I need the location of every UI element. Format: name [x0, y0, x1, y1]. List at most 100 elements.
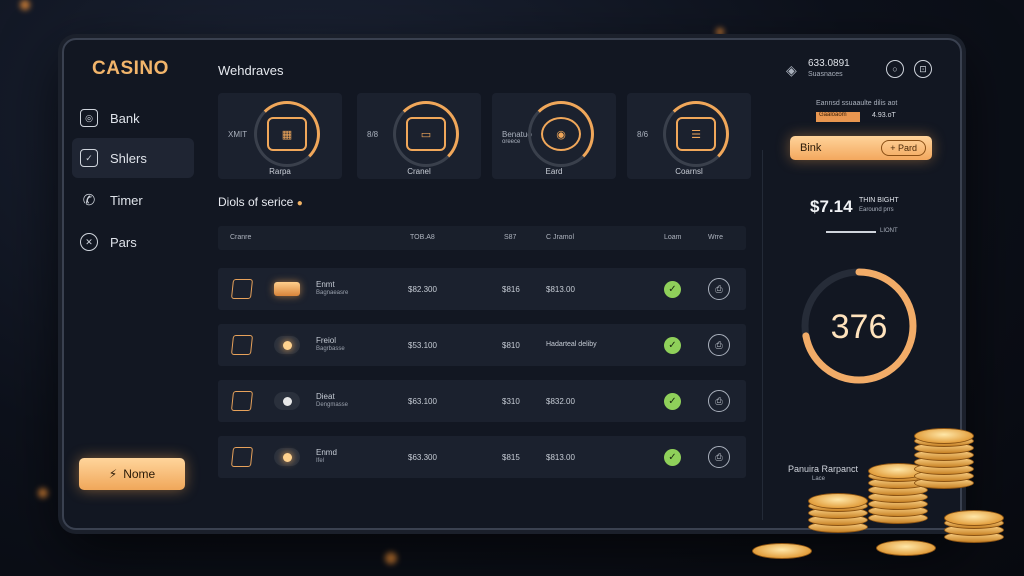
check-icon[interactable]: ✓: [664, 337, 681, 354]
check-icon[interactable]: ✓: [664, 449, 681, 466]
gauge-value: 376: [830, 308, 888, 346]
card-label: XMIT: [228, 130, 248, 139]
column-header: TOB.A8: [410, 234, 435, 241]
section-title: Diols of serice ●: [218, 195, 303, 209]
table-row[interactable]: Enmt Bagnaeasre $82.300 $816 $813.00 ✓ ⎙: [218, 268, 746, 310]
bokeh-light: [716, 28, 724, 36]
row-detail: Hadarteal deliby: [546, 341, 597, 348]
safe-icon: ▦: [267, 117, 307, 151]
column-header: Loam: [664, 234, 682, 241]
column-header: S87: [504, 234, 517, 241]
card-thumbnail: [274, 282, 300, 296]
home-button-label: Nome: [123, 467, 156, 481]
row-detail: $813.00: [546, 453, 575, 462]
pard-button[interactable]: + Pard: [881, 140, 926, 156]
tools-icon: ✕: [80, 233, 98, 251]
check-icon[interactable]: ✓: [664, 393, 681, 410]
balance-subtitle: Suasnaces: [808, 71, 843, 78]
gold-coin: [752, 543, 812, 559]
sidebar-item-label: Timer: [110, 192, 143, 208]
sidebar-item-timer[interactable]: ✆ Timer: [72, 180, 194, 220]
bolt-icon: ⚡: [108, 467, 118, 481]
row-name: Freiol: [316, 336, 337, 345]
table-header: Cranre TOB.A8 S87 C Jramol Loam Wrre: [218, 226, 746, 250]
card-label: 8/8: [367, 130, 379, 139]
row-action-button[interactable]: ⎙: [708, 334, 730, 356]
profile-button[interactable]: ○: [886, 60, 904, 78]
card-label: 8/6: [637, 130, 649, 139]
row-action-button[interactable]: ⎙: [708, 446, 730, 468]
wallet-icon: ☰: [676, 117, 716, 151]
document-icon: ✓: [80, 149, 98, 167]
table-row[interactable]: Enmd Ifel $63.300 $815 $813.00 ✓ ⎙: [218, 436, 746, 478]
brand-logo: CASINO: [92, 58, 169, 79]
eye-thumbnail: [274, 336, 300, 354]
row-amount: $82.300: [408, 285, 437, 294]
row-detail: $832.00: [546, 397, 575, 406]
amount-value: $7.14: [810, 197, 853, 216]
row-subname: Bagrbasse: [316, 346, 345, 352]
phone-icon: ✆: [82, 192, 96, 209]
piggy-icon: ◉: [541, 117, 581, 151]
table-row[interactable]: Dieat Dengmasse $63.100 $310 $832.00 ✓ ⎙: [218, 380, 746, 422]
row-amount: $53.100: [408, 341, 437, 350]
card-sublabel: oreece: [502, 139, 521, 145]
lock-button[interactable]: ⊡: [914, 60, 932, 78]
info-icon: ●: [296, 198, 303, 209]
row-amount: $63.100: [408, 397, 437, 406]
table-row[interactable]: Freiol Bagrbasse $53.100 $810 Hadarteal …: [218, 324, 746, 366]
column-header: C Jramol: [546, 234, 575, 241]
summary-card[interactable]: 8/8 ▭ Cranel: [357, 93, 481, 179]
card-icon: ▭: [406, 117, 446, 151]
column-header: Wrre: [708, 234, 724, 241]
sidebar-item-label: Shlers: [110, 150, 147, 166]
row-subname: Bagnaeasre: [316, 290, 349, 296]
card-caption: Rarpa: [269, 167, 291, 176]
card-ring: ▦: [254, 101, 320, 167]
row-fee: $815: [502, 453, 520, 462]
sidebar-item-pars[interactable]: ✕ Pars: [72, 222, 194, 262]
sidebar-item-shlers[interactable]: ✓ Shlers: [72, 138, 194, 178]
section-title-text: Diols of serice: [218, 195, 294, 209]
sidebar-item-bank[interactable]: ◎ Bank: [72, 98, 194, 138]
check-icon[interactable]: ✓: [664, 281, 681, 298]
gold-coin: [944, 510, 1004, 526]
amount-slider[interactable]: [826, 231, 876, 233]
column-header: Cranre: [230, 234, 252, 241]
slider-label: LIONT: [880, 228, 898, 234]
card-caption: Coarnsl: [675, 167, 703, 176]
sidebar: CASINO ◎ Bank ✓ Shlers ✆ Timer ✕ Pars ⚡ …: [64, 40, 204, 528]
summary-card[interactable]: XMIT ▦ Rarpa: [218, 93, 342, 179]
card-caption: Eard: [545, 167, 563, 176]
amount-label: THIN BIGHT: [859, 197, 899, 204]
amount-sublabel: Earound prrs: [859, 207, 894, 213]
card-ring: ◉: [528, 101, 594, 167]
box-icon: [230, 447, 254, 467]
footer-title: Panuira Rarpanct: [788, 464, 859, 474]
bink-button-label: Bink: [800, 142, 822, 154]
panel-pill: Gaaloaom: [816, 112, 860, 122]
summary-card[interactable]: Benatuo oreece ◉ Eard: [492, 93, 616, 179]
box-icon: [230, 335, 254, 355]
card-ring: ▭: [393, 101, 459, 167]
sidebar-item-label: Bank: [110, 110, 140, 126]
eye-thumbnail: [274, 448, 300, 466]
row-action-button[interactable]: ⎙: [708, 278, 730, 300]
bank-icon: ◎: [80, 109, 98, 127]
gold-coin: [876, 540, 936, 556]
row-fee: $310: [502, 397, 520, 406]
app-window: CASINO ◎ Bank ✓ Shlers ✆ Timer ✕ Pars ⚡ …: [62, 38, 962, 530]
row-name: Enmt: [316, 280, 335, 289]
eye-thumbnail: [274, 392, 300, 410]
page-title: Wehdraves: [218, 63, 284, 78]
row-detail: $813.00: [546, 285, 575, 294]
bink-button[interactable]: Bink + Pard: [790, 136, 932, 160]
panel-pill-value: 4.93.oT: [872, 112, 896, 119]
card-caption: Cranel: [407, 167, 431, 176]
home-button[interactable]: ⚡ Nome: [79, 458, 185, 490]
panel-divider: [762, 150, 763, 520]
summary-card[interactable]: 8/6 ☰ Coarnsl: [627, 93, 751, 179]
row-fee: $816: [502, 285, 520, 294]
row-action-button[interactable]: ⎙: [708, 390, 730, 412]
row-fee: $810: [502, 341, 520, 350]
